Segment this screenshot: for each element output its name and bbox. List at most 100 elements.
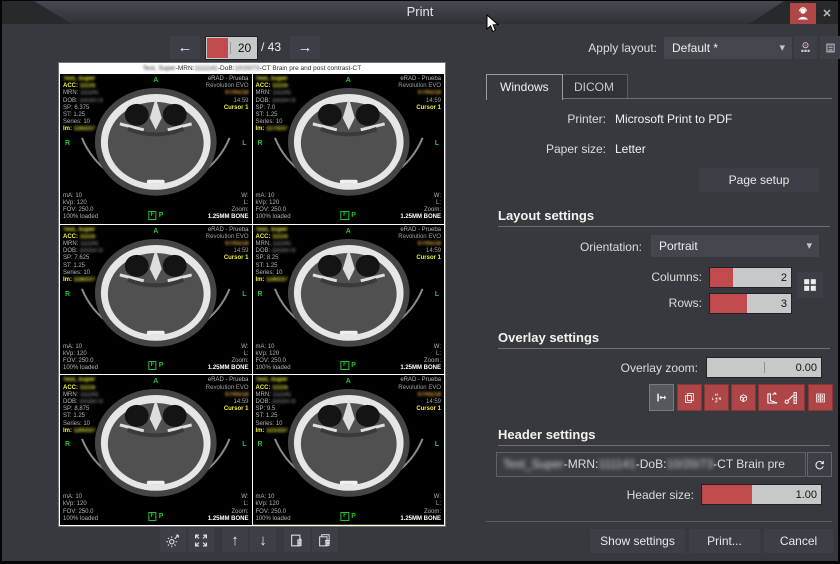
layout-settings-divider xyxy=(498,226,830,227)
show-settings-button[interactable]: Show settings xyxy=(590,529,685,553)
brightness-icon xyxy=(166,532,180,549)
reset-header-button[interactable] xyxy=(807,452,832,477)
header-size-slider-fill[interactable] xyxy=(702,485,752,504)
apply-layout-dropdown[interactable]: Default * ▾ xyxy=(664,37,792,59)
orientation-letters-icon: H L R F xyxy=(711,389,722,407)
footer-divider xyxy=(486,521,832,522)
delete-all-pages-icon xyxy=(318,532,332,549)
preview-image-cell[interactable]: Test, Super ACC: 11115 MRN: 111141 DOB: … xyxy=(60,74,252,224)
expand-icon xyxy=(194,532,208,549)
cell-overlay-top-right: eRAD - Prueba Revolution EVO 07/05/18 14… xyxy=(206,227,249,263)
orientation-dropdown[interactable]: Portrait ▾ xyxy=(651,235,819,257)
preview-image-cell[interactable]: Test, Super ACC: 11115 MRN: 111141 DOB: … xyxy=(253,74,445,224)
cell-overlay-bottom-left: mA: 10 kVp: 120 FOV: 250.0 100% loaded xyxy=(63,193,98,222)
page-number-spinner[interactable]: 20 xyxy=(205,36,258,60)
orientation-marker-anterior: A xyxy=(346,77,351,84)
patient-name: Test, Super xyxy=(63,377,103,384)
grid-layout-picker-button[interactable] xyxy=(797,272,823,298)
patient-name: Test, Super xyxy=(256,377,296,384)
preview-page-header: Test, Super-MRN:1111141-DoB:10/20/73-CT … xyxy=(59,63,445,74)
page-spinner-drag-area[interactable] xyxy=(207,38,228,58)
rows-slider[interactable]: 3 xyxy=(709,293,792,314)
patient-name: Test, Super xyxy=(63,227,103,234)
columns-slider-fill[interactable] xyxy=(710,268,733,287)
orientation-marker-posterior: FP xyxy=(148,512,163,521)
orientation-marker-anterior: A xyxy=(346,228,351,235)
orientation-marker-right: R xyxy=(258,441,263,448)
cell-overlay-bottom-right: W: L: Zoom: 1.25MM BONE xyxy=(208,193,249,222)
overlay-settings-title: Overlay settings xyxy=(498,330,599,345)
orientation-marker-posterior: FP xyxy=(341,512,356,521)
orientation-marker-right: R xyxy=(65,441,70,448)
next-page-button[interactable]: → xyxy=(290,36,320,59)
dialog-body: Print ✕ ← 20 / 43 → Apply layout: Defaul… xyxy=(2,1,838,561)
save-layout-button[interactable] xyxy=(794,36,817,59)
overlay-zoom-slider[interactable]: 0.00 xyxy=(706,357,822,378)
table-grid-icon xyxy=(815,389,826,407)
layout-list-button[interactable] xyxy=(820,36,840,59)
cell-overlay-bottom-left: mA: 10 kVp: 120 FOV: 250.0 100% loaded xyxy=(256,344,291,373)
auto-window-level-button[interactable] xyxy=(160,528,186,552)
toggle-overlay-panel-button[interactable] xyxy=(649,384,674,411)
header-text-field[interactable]: Test_Super-MRN:111141-DoB:10/20/73-CT Br… xyxy=(496,452,806,477)
cell-overlay-bottom-right: W: L: Zoom: 1.25MM BONE xyxy=(400,494,441,523)
tab-dicom[interactable]: DICOM xyxy=(560,74,628,99)
orientation-markers-button[interactable]: H L R F xyxy=(704,384,729,411)
fit-to-window-button[interactable] xyxy=(188,528,214,552)
orientation-marker-anterior: A xyxy=(153,378,158,385)
previous-page-button[interactable]: ← xyxy=(170,36,200,59)
patient-name: Test, Super xyxy=(256,227,296,234)
orientation-marker-posterior: FP xyxy=(148,361,163,370)
close-button[interactable]: ✕ xyxy=(818,3,836,23)
preview-image-cell[interactable]: Test, Super ACC: 11115 MRN: 111141 DOB: … xyxy=(60,375,252,525)
user-icon xyxy=(795,6,811,22)
cell-overlay-top-left: Test, Super ACC: 11115 MRN: 111141 DOB: … xyxy=(256,227,296,285)
cell-overlay-bottom-right: W: L: Zoom: 1.25MM BONE xyxy=(400,344,441,373)
header-settings-title: Header settings xyxy=(498,427,596,442)
print-dialog: Print ✕ ← 20 / 43 → Apply layout: Defaul… xyxy=(0,0,840,564)
printer-label: Printer: xyxy=(496,112,606,126)
protractor-icon xyxy=(765,389,780,407)
overlay-settings-divider xyxy=(498,348,830,349)
cell-overlay-top-right: eRAD - Prueba Revolution EVO 07/05/18 14… xyxy=(206,377,249,413)
page-number-value[interactable]: 20 xyxy=(232,37,257,59)
cancel-button[interactable]: Cancel xyxy=(764,529,833,553)
orientation-marker-anterior: A xyxy=(153,228,158,235)
paper-size-label: Paper size: xyxy=(496,142,606,156)
print-preview-page[interactable]: Test, Super-MRN:1111141-DoB:10/20/73-CT … xyxy=(59,63,445,526)
cell-overlay-top-right: eRAD - Prueba Revolution EVO 07/05/18 14… xyxy=(398,377,441,413)
move-page-up-button[interactable]: ↑ xyxy=(222,528,248,552)
columns-slider[interactable]: 2 xyxy=(709,267,792,288)
apply-layout-value: Default * xyxy=(672,41,718,55)
orientation-cube-button[interactable]: R xyxy=(731,384,756,411)
orientation-marker-left: L xyxy=(242,441,246,448)
refresh-icon xyxy=(814,457,825,473)
rows-label: Rows: xyxy=(558,296,702,310)
measurement-tools-button[interactable] xyxy=(758,384,805,411)
header-size-slider[interactable]: 1.00 xyxy=(701,484,822,505)
rows-slider-fill[interactable] xyxy=(710,294,747,313)
chevron-down-icon: ▾ xyxy=(806,235,812,257)
preview-image-cell[interactable]: Test, Super ACC: 11115 MRN: 111141 DOB: … xyxy=(60,225,252,375)
apply-layout-label: Apply layout: xyxy=(542,41,657,55)
cell-overlay-bottom-right: W: L: Zoom: 1.25MM BONE xyxy=(208,494,249,523)
overlay-grid-button[interactable] xyxy=(808,384,833,411)
columns-label: Columns: xyxy=(558,270,702,284)
print-button[interactable]: Print... xyxy=(689,529,760,553)
delete-page-button[interactable] xyxy=(284,528,310,552)
printer-value: Microsoft Print to PDF xyxy=(615,112,732,126)
header-size-value: 1.00 xyxy=(796,485,817,504)
preview-image-cell[interactable]: Test, Super ACC: 11115 MRN: 111141 DOB: … xyxy=(253,375,445,525)
orientation-marker-right: R xyxy=(258,291,263,298)
page-setup-button[interactable]: Page setup xyxy=(699,168,819,192)
cell-overlay-bottom-left: mA: 10 kVp: 120 FOV: 250.0 100% loaded xyxy=(63,344,98,373)
support-user-button[interactable] xyxy=(790,3,816,24)
tab-windows[interactable]: Windows xyxy=(486,74,563,100)
svg-text:R: R xyxy=(719,396,722,400)
overlay-frames-button[interactable] xyxy=(677,384,702,411)
delete-all-pages-button[interactable] xyxy=(312,528,338,552)
preview-image-cell[interactable]: Test, Super ACC: 11115 MRN: 111141 DOB: … xyxy=(253,225,445,375)
move-page-down-button[interactable]: ↓ xyxy=(250,528,276,552)
cell-overlay-top-left: Test, Super ACC: 11115 MRN: 111141 DOB: … xyxy=(63,377,103,435)
orientation-marker-posterior: FP xyxy=(341,211,356,220)
